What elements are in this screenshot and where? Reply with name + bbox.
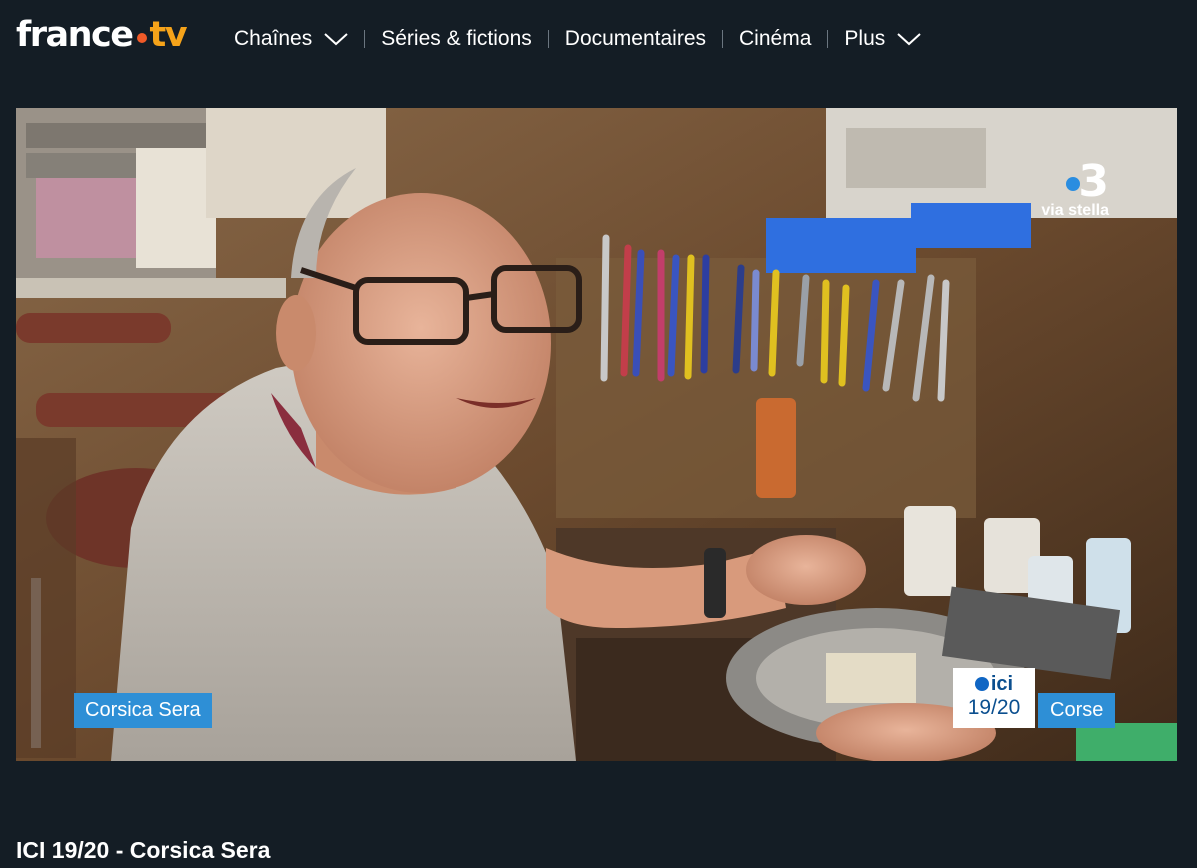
main-nav: Chaînes Séries & fictions Documentaires … (234, 22, 921, 56)
video-frame (16, 108, 1177, 761)
logo-text-accent: tv (149, 15, 188, 55)
nav-item-label: Chaînes (234, 27, 313, 50)
ici-logo-icon (974, 677, 989, 691)
lower-third-program: Corsica Sera (74, 693, 212, 728)
nav-item-label: Plus (844, 27, 886, 50)
logo-text-main: france (16, 15, 134, 55)
channel-number: 3 (1066, 160, 1109, 204)
nav-item-label: Documentaires (564, 27, 707, 50)
channel-logo: 3 via stella (1019, 160, 1109, 220)
channel-number-text: 3 (1078, 156, 1109, 207)
program-badge: ici 19/20 (953, 668, 1035, 728)
nav-item-label: Séries & fictions (381, 27, 532, 50)
chevron-down-icon (324, 33, 348, 46)
nav-divider (827, 30, 829, 48)
nav-item-documentaires[interactable]: Documentaires (565, 27, 706, 51)
logo-dot (136, 33, 147, 43)
nav-divider (547, 30, 549, 48)
nav-item-cinema[interactable]: Cinéma (739, 27, 811, 51)
nav-item-series-fictions[interactable]: Séries & fictions (381, 27, 532, 51)
nav-item-chaines[interactable]: Chaînes (234, 27, 348, 51)
france-tv-logo[interactable]: france tv (16, 15, 188, 55)
nav-item-plus[interactable]: Plus (844, 27, 921, 51)
ici-brand-text: ici (990, 673, 1014, 695)
ici-brand: ici (953, 673, 1035, 695)
program-time: 19/20 (967, 696, 1021, 719)
chevron-down-icon (897, 33, 921, 46)
top-navigation-bar: france tv Chaînes Séries & fictions Docu… (0, 0, 1197, 80)
program-title: ICI 19/20 - Corsica Sera (16, 837, 271, 864)
video-player[interactable]: 3 via stella Corsica Sera ici 19/20 Cors… (16, 108, 1177, 761)
lower-third-region: Corse (1038, 693, 1116, 728)
nav-divider (722, 30, 724, 48)
nav-item-label: Cinéma (739, 27, 812, 50)
nav-divider (364, 30, 366, 48)
